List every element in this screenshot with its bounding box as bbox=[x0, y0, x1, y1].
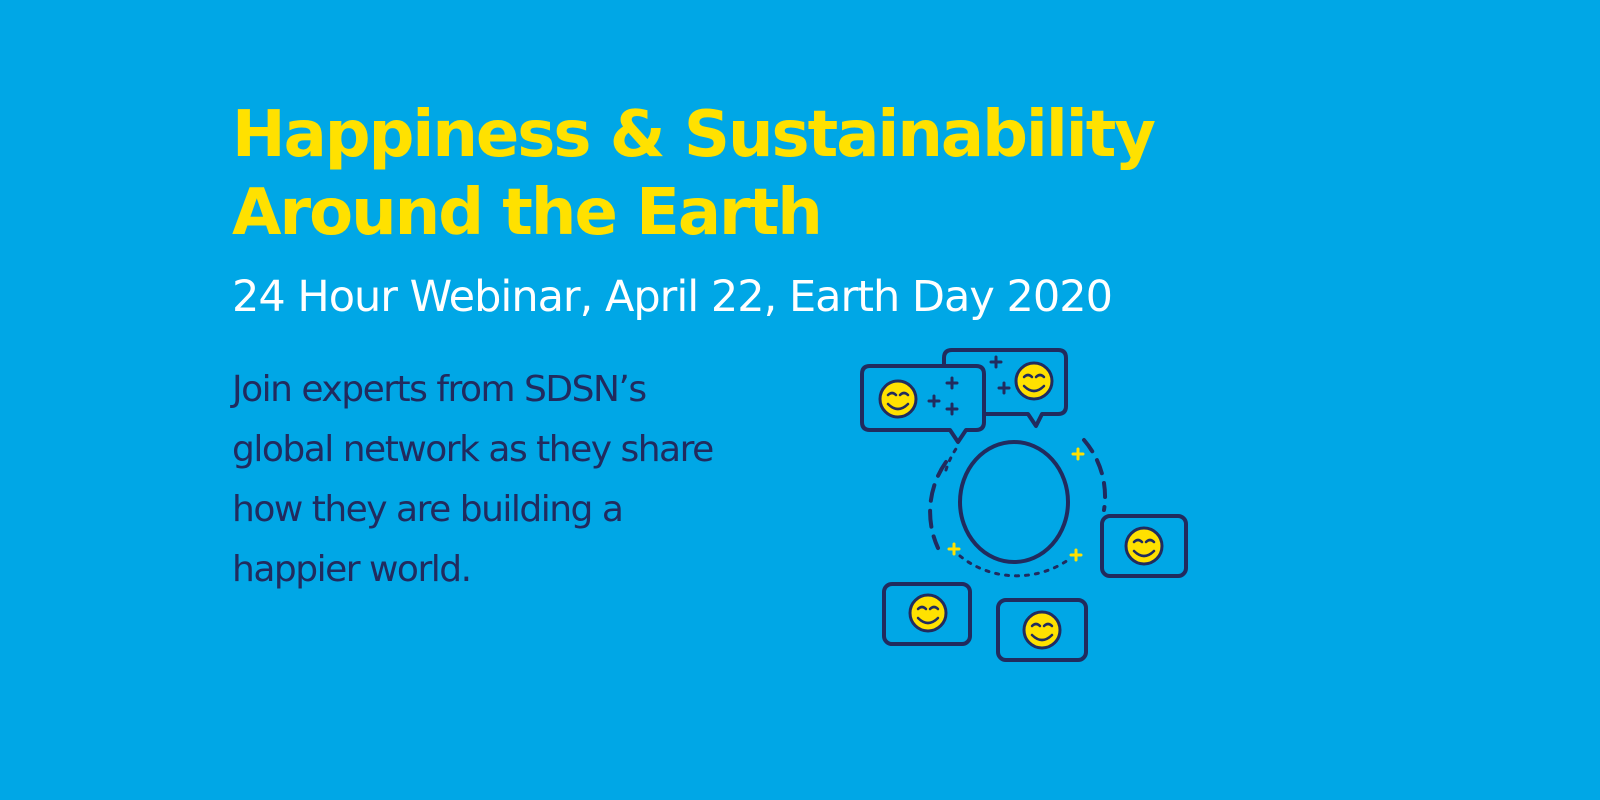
description-line-4: happier world. bbox=[232, 549, 472, 590]
smiley-face-icon bbox=[1124, 526, 1164, 566]
title-line-2: Around the Earth bbox=[232, 176, 823, 250]
description-line-2: global network as they share bbox=[232, 429, 714, 470]
video-call-window-icon bbox=[1100, 514, 1188, 578]
globe-ring-icon bbox=[928, 438, 1108, 578]
event-title: Happiness & Sustainability Around the Ea… bbox=[232, 96, 1382, 252]
title-line-1: Happiness & Sustainability bbox=[232, 98, 1156, 172]
description-line-1: Join experts from SDSN’s bbox=[232, 369, 647, 410]
smiley-face-icon bbox=[908, 593, 948, 633]
event-subtitle: 24 Hour Webinar, April 22, Earth Day 202… bbox=[232, 272, 1113, 322]
smiley-face-icon bbox=[1022, 610, 1062, 650]
webinar-banner: Happiness & Sustainability Around the Ea… bbox=[0, 0, 1600, 800]
chat-bubble-icon bbox=[860, 364, 986, 444]
video-call-window-icon bbox=[882, 582, 972, 646]
smiley-face-icon bbox=[878, 379, 918, 419]
smiley-face-icon bbox=[1014, 361, 1054, 401]
video-call-window-icon bbox=[996, 598, 1088, 662]
happy-network-illustration bbox=[860, 348, 1188, 662]
description-line-3: how they are building a bbox=[232, 489, 624, 530]
event-description: Join experts from SDSN’s global network … bbox=[232, 360, 714, 600]
